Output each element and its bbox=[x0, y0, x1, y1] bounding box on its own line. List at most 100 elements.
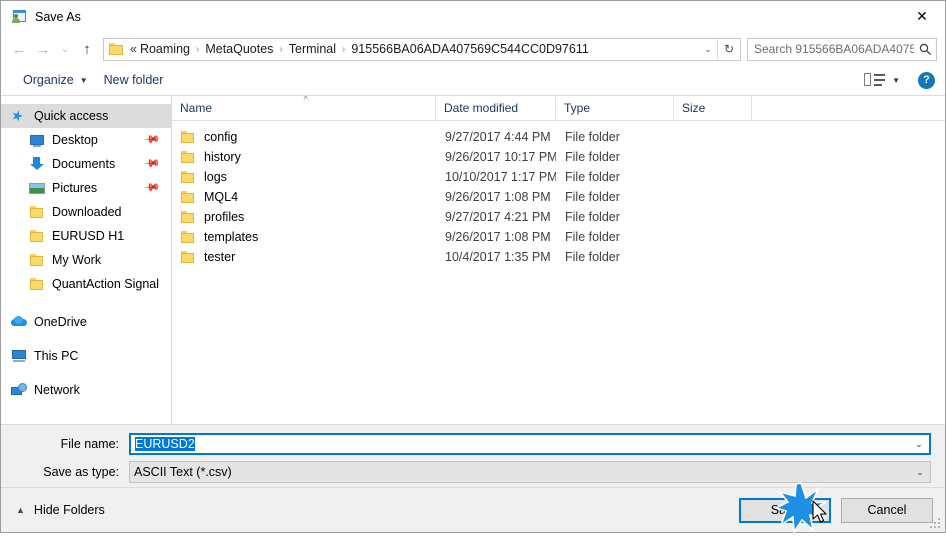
breadcrumb-separator-icon: › bbox=[279, 43, 283, 55]
cell-type: File folder bbox=[565, 170, 620, 184]
search-icon[interactable] bbox=[914, 43, 936, 56]
change-view-icon[interactable] bbox=[864, 72, 886, 88]
up-icon[interactable]: ↑ bbox=[75, 37, 99, 61]
pictures-icon bbox=[29, 180, 45, 196]
chevron-down-icon[interactable]: ▼ bbox=[892, 76, 900, 85]
table-row[interactable]: history 9/26/2017 10:17 PM File folder bbox=[172, 147, 945, 167]
sidebar-item-onedrive[interactable]: OneDrive bbox=[1, 310, 171, 334]
recent-locations-icon[interactable]: ⌄ bbox=[55, 37, 75, 61]
chevron-down-icon[interactable]: ⌄ bbox=[909, 439, 929, 450]
close-icon[interactable]: ✕ bbox=[899, 1, 945, 32]
chevron-down-icon: ▼ bbox=[79, 75, 88, 85]
forward-icon[interactable]: → bbox=[31, 37, 55, 61]
cell-date-modified: 9/26/2017 10:17 PM bbox=[445, 150, 556, 164]
cell-name: profiles bbox=[172, 209, 436, 225]
table-row[interactable]: config 9/27/2017 4:44 PM File folder bbox=[172, 127, 945, 147]
column-header-size[interactable]: Size bbox=[674, 96, 752, 120]
save-button[interactable]: Save bbox=[739, 497, 831, 523]
sidebar-item-my-work[interactable]: My Work bbox=[1, 248, 171, 272]
sidebar-item-desktop[interactable]: Desktop 📌 bbox=[1, 128, 171, 152]
sidebar-item-label: Network bbox=[34, 383, 80, 397]
cell-name: history bbox=[172, 149, 436, 165]
file-name-value: EURUSD2 bbox=[135, 437, 195, 451]
table-row[interactable]: profiles 9/27/2017 4:21 PM File folder bbox=[172, 207, 945, 227]
sidebar-item-documents[interactable]: Documents 📌 bbox=[1, 152, 171, 176]
cell-type: File folder bbox=[565, 230, 620, 244]
folder-icon bbox=[29, 228, 45, 244]
pin-icon[interactable]: 📌 bbox=[143, 130, 162, 149]
cell-date-modified: 9/27/2017 4:44 PM bbox=[445, 130, 551, 144]
file-name-value-wrap: EURUSD2 bbox=[131, 437, 909, 451]
hide-folders-button[interactable]: ▲ Hide Folders bbox=[11, 503, 105, 517]
breadcrumb-item-metaquotes[interactable]: MetaQuotes bbox=[204, 42, 274, 56]
file-name-label: profiles bbox=[204, 210, 245, 224]
sidebar-item-quantaction-signal[interactable]: QuantAction Signal bbox=[1, 272, 171, 296]
chevron-down-icon[interactable]: ⌄ bbox=[910, 467, 930, 478]
table-row[interactable]: logs 10/10/2017 1:17 PM File folder bbox=[172, 167, 945, 187]
onedrive-icon bbox=[11, 314, 27, 330]
column-header-date-modified[interactable]: Date modified bbox=[436, 96, 556, 120]
sidebar-item-label: My Work bbox=[52, 253, 102, 267]
folder-icon bbox=[29, 252, 45, 268]
save-as-type-label: Save as type: bbox=[43, 465, 119, 479]
refresh-icon[interactable]: ↻ bbox=[717, 38, 740, 60]
new-folder-button[interactable]: New folder bbox=[96, 70, 172, 90]
back-icon[interactable]: ← bbox=[7, 37, 31, 61]
cell-name: config bbox=[172, 129, 436, 145]
cancel-button[interactable]: Cancel bbox=[841, 497, 933, 523]
sidebar-item-label: Quick access bbox=[34, 109, 109, 123]
file-name-row: File name: EURUSD2 ⌄ bbox=[15, 433, 931, 455]
resize-grip[interactable] bbox=[930, 518, 942, 530]
file-name-label: File name: bbox=[60, 437, 119, 451]
column-header-name[interactable]: ^ Name bbox=[172, 94, 436, 120]
file-name-label: history bbox=[204, 150, 241, 164]
breadcrumb-item-roaming[interactable]: Roaming bbox=[139, 42, 191, 56]
sidebar-item-label: Desktop bbox=[52, 133, 98, 147]
folder-icon bbox=[180, 169, 196, 185]
column-header-type[interactable]: Type bbox=[556, 96, 674, 120]
sort-ascending-icon: ^ bbox=[303, 94, 308, 104]
sidebar-item-this-pc[interactable]: This PC bbox=[1, 344, 171, 368]
sidebar-item-label: Documents bbox=[52, 157, 116, 171]
breadcrumb-overflow[interactable]: « bbox=[129, 42, 139, 56]
sidebar-item-quick-access[interactable]: ★ Quick access bbox=[1, 104, 171, 128]
file-name-label: MQL4 bbox=[204, 190, 239, 204]
file-name-input[interactable]: EURUSD2 ⌄ bbox=[129, 433, 931, 455]
breadcrumb-item-terminal-id[interactable]: 915566BA06ADA407569C544CC0D97611 bbox=[350, 42, 589, 56]
sidebar-item-label: OneDrive bbox=[34, 315, 87, 329]
star-icon: ★ bbox=[8, 105, 26, 126]
folder-icon bbox=[180, 229, 196, 245]
folder-icon bbox=[29, 276, 45, 292]
file-name-label: config bbox=[204, 130, 238, 144]
sidebar-item-label: Downloaded bbox=[52, 205, 122, 219]
documents-icon bbox=[29, 156, 45, 172]
sidebar-item-label: Pictures bbox=[52, 181, 98, 195]
pin-icon[interactable]: 📌 bbox=[143, 154, 162, 173]
cell-name: logs bbox=[172, 169, 436, 185]
address-bar[interactable]: « Roaming › MetaQuotes › Terminal › 9155… bbox=[103, 37, 741, 61]
navigation-bar: ← → ⌄ ↑ « Roaming › MetaQuotes › Termina… bbox=[1, 33, 945, 65]
table-row[interactable]: MQL4 9/26/2017 1:08 PM File folder bbox=[172, 187, 945, 207]
sidebar-item-network[interactable]: Network bbox=[1, 378, 171, 402]
cell-name: tester bbox=[172, 249, 436, 265]
breadcrumb-item-terminal[interactable]: Terminal bbox=[288, 42, 337, 56]
chevron-down-icon[interactable]: ⌄ bbox=[699, 39, 717, 60]
window-title: Save As bbox=[35, 10, 81, 24]
search-input[interactable]: Search 915566BA06ADA40756... bbox=[747, 37, 937, 61]
folder-icon bbox=[180, 249, 196, 265]
sidebar-item-downloaded[interactable]: Downloaded bbox=[1, 200, 171, 224]
navigation-sidebar: ★ Quick access Desktop 📌 Documents 📌 Pic… bbox=[1, 96, 172, 424]
cell-type: File folder bbox=[565, 250, 620, 264]
help-icon[interactable]: ? bbox=[918, 71, 935, 89]
cell-type: File folder bbox=[565, 150, 620, 164]
table-row[interactable]: tester 10/4/2017 1:35 PM File folder bbox=[172, 247, 945, 267]
organize-button[interactable]: Organize ▼ bbox=[15, 70, 96, 90]
sidebar-item-pictures[interactable]: Pictures 📌 bbox=[1, 176, 171, 200]
table-row[interactable]: templates 9/26/2017 1:08 PM File folder bbox=[172, 227, 945, 247]
folder-icon bbox=[180, 189, 196, 205]
sidebar-item-eurusd-h1[interactable]: EURUSD H1 bbox=[1, 224, 171, 248]
save-as-type-select[interactable]: ASCII Text (*.csv) ⌄ bbox=[129, 461, 931, 483]
title-bar: Save As ✕ bbox=[1, 1, 945, 33]
folder-icon bbox=[109, 43, 124, 55]
pin-icon[interactable]: 📌 bbox=[143, 178, 162, 197]
